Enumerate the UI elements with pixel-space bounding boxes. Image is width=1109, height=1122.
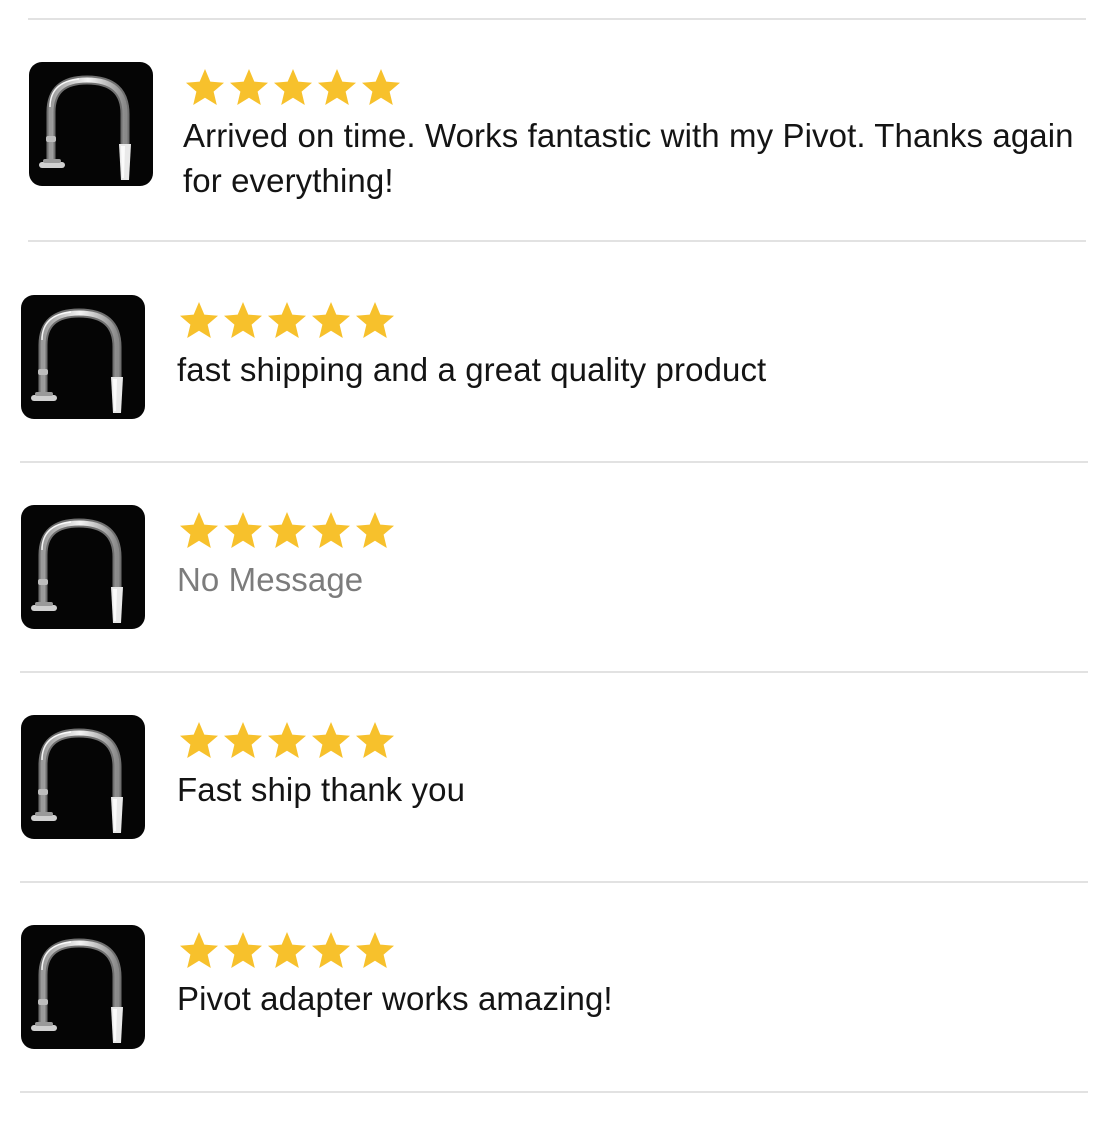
star-icon — [353, 929, 397, 973]
star-icon — [309, 719, 353, 763]
divider — [20, 671, 1088, 673]
star-icon — [221, 929, 265, 973]
star-icon — [265, 509, 309, 553]
review-item: Pivot adapter works amazing! — [0, 0, 1109, 1049]
product-thumbnail — [21, 295, 145, 419]
star-icon — [221, 509, 265, 553]
glass-adapter-product-image — [31, 728, 123, 833]
star-icon — [265, 929, 309, 973]
star-icon — [309, 299, 353, 343]
star-icon — [353, 719, 397, 763]
divider — [20, 881, 1088, 883]
star-icon — [265, 299, 309, 343]
star-icon — [353, 299, 397, 343]
star-icon — [309, 929, 353, 973]
star-rating — [177, 719, 397, 763]
review-message: fast shipping and a great quality produc… — [177, 351, 767, 388]
star-icon — [177, 719, 221, 763]
product-thumbnail — [21, 715, 145, 839]
glass-adapter-product-image — [31, 518, 123, 623]
glass-adapter-product-image — [31, 308, 123, 413]
star-rating — [177, 299, 397, 343]
product-thumbnail — [21, 505, 145, 629]
star-icon — [221, 719, 265, 763]
star-icon — [177, 299, 221, 343]
star-icon — [177, 509, 221, 553]
review-message: Pivot adapter works amazing! — [177, 980, 613, 1017]
product-thumbnail — [21, 925, 145, 1049]
star-icon — [353, 509, 397, 553]
review-message: Fast ship thank you — [177, 771, 466, 808]
review-message-empty: No Message — [177, 561, 364, 598]
star-icon — [265, 719, 309, 763]
star-rating — [177, 509, 397, 553]
star-icon — [309, 509, 353, 553]
divider — [20, 461, 1088, 463]
star-rating — [177, 929, 397, 973]
divider — [20, 1091, 1088, 1093]
star-icon — [221, 299, 265, 343]
star-icon — [177, 929, 221, 973]
glass-adapter-product-image — [31, 938, 123, 1043]
divider — [28, 240, 1086, 242]
